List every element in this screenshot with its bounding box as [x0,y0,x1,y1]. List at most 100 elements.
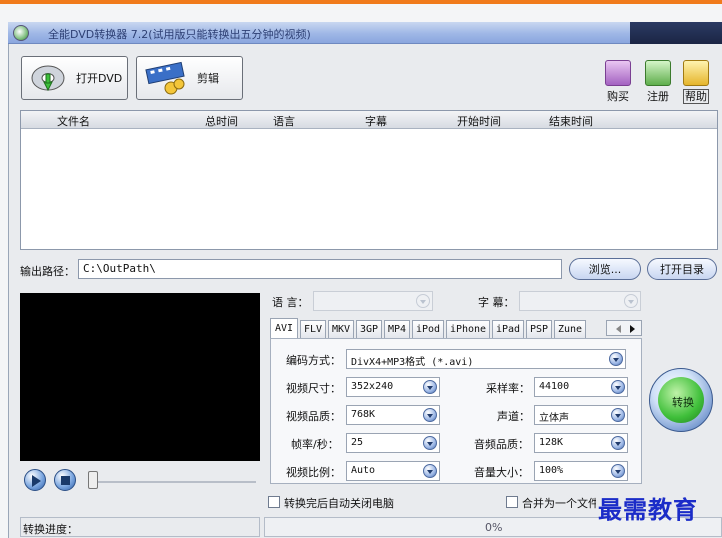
column-language[interactable]: 语言 [273,113,295,129]
arrow-left-icon[interactable] [616,325,621,333]
buy-button[interactable]: 购买 [602,60,634,104]
video-size-label: 视频尺寸： [286,382,341,395]
audio-quality-value: 128K [539,437,564,448]
column-duration[interactable]: 总时间 [205,113,238,129]
chevron-down-icon [624,294,638,308]
progress-value: 0% [485,521,503,534]
tab-iphone[interactable]: iPhone [446,320,490,338]
arrow-right-icon[interactable] [630,325,635,333]
buy-label: 购买 [607,90,629,103]
fps-label: 帧率/秒： [291,438,339,451]
file-list-header: 文件名 总时间 语言 字幕 开始时间 结束时间 [21,111,717,129]
film-cut-icon [143,60,189,96]
register-button[interactable]: 注册 [642,60,674,104]
encode-select[interactable]: DivX4+MP3格式 (*.avi) [346,349,626,369]
audio-quality-select[interactable]: 128K [534,433,628,453]
video-quality-select[interactable]: 768K [346,405,440,425]
help-button[interactable]: 帮助 [680,60,712,104]
chevron-down-icon [611,436,625,450]
volume-value: 100% [539,465,564,476]
open-dvd-label: 打开DVD [76,72,123,85]
fps-select[interactable]: 25 [346,433,440,453]
edit-button[interactable]: 剪辑 [136,56,243,100]
tab-scroll-arrows[interactable] [606,320,642,336]
progress-label: 转换进度： [23,523,78,536]
encode-value: DivX4+MP3格式 (*.avi) [351,357,474,368]
channel-value: 立体声 [539,413,569,424]
language-select[interactable] [313,291,433,311]
language-label: 语 言： [272,296,309,309]
play-icon [32,475,41,487]
chevron-down-icon [611,380,625,394]
video-preview [20,293,260,461]
tab-ipod[interactable]: iPod [412,320,444,338]
video-size-select[interactable]: 352x240 [346,377,440,397]
help-icon [683,60,709,86]
output-path-input[interactable]: C:\OutPath\ [78,259,562,279]
open-directory-button[interactable]: 打开目录 [647,258,717,280]
chevron-down-icon [423,464,437,478]
cart-icon [605,60,631,86]
column-end-time[interactable]: 结束时间 [549,113,593,129]
tab-mkv[interactable]: MKV [328,320,354,338]
chevron-down-icon [416,294,430,308]
chevron-down-icon [423,436,437,450]
file-list[interactable]: 文件名 总时间 语言 字幕 开始时间 结束时间 [20,110,718,250]
play-button[interactable] [24,469,46,491]
title-bar[interactable]: 全能DVD转换器 7.2(试用版只能转换出五分钟的视频) [8,22,722,44]
sample-rate-select[interactable]: 44100 [534,377,628,397]
sample-rate-value: 44100 [539,381,570,392]
shutdown-label: 转换完后自动关闭电脑 [284,497,394,510]
chevron-down-icon [609,352,623,366]
volume-select[interactable]: 100% [534,461,628,481]
column-subtitle[interactable]: 字幕 [365,113,387,129]
tab-3gp[interactable]: 3GP [356,320,382,338]
shutdown-checkbox[interactable] [268,496,280,508]
video-quality-value: 768K [351,409,376,420]
browse-button[interactable]: 浏览... [569,258,641,280]
merge-checkbox[interactable] [506,496,518,508]
convert-label: 转换 [672,396,694,409]
chevron-down-icon [423,380,437,394]
aspect-ratio-value: Auto [351,465,376,476]
seek-slider-handle[interactable] [88,471,98,489]
tab-avi[interactable]: AVI [270,318,298,338]
aspect-ratio-label: 视频比例： [286,466,341,479]
subtitle-select[interactable] [519,291,641,311]
tab-psp[interactable]: PSP [526,320,552,338]
app-icon [13,25,29,41]
watermark-text: 最需教育 [598,495,698,524]
video-size-value: 352x240 [351,381,394,392]
register-icon [645,60,671,86]
column-start-time[interactable]: 开始时间 [457,113,501,129]
output-path-label: 输出路径： [20,265,75,278]
encode-label: 编码方式： [286,354,341,367]
column-filename[interactable]: 文件名 [57,113,90,129]
progress-label-box: 转换进度： [20,517,260,537]
tab-ipad[interactable]: iPad [492,320,524,338]
video-quality-label: 视频品质： [286,410,341,423]
tab-mp4[interactable]: MP4 [384,320,410,338]
help-label: 帮助 [683,89,709,104]
dvd-disc-icon [30,60,66,96]
fps-value: 25 [351,437,364,448]
title-bar-controls-area [630,22,722,44]
chevron-down-icon [423,408,437,422]
chevron-down-icon [611,464,625,478]
seek-track[interactable] [96,481,256,483]
channel-select[interactable]: 立体声 [534,405,628,425]
tab-flv[interactable]: FLV [300,320,326,338]
convert-button[interactable]: 转换 [649,368,713,432]
edit-label: 剪辑 [197,72,219,85]
stop-button[interactable] [54,469,76,491]
channel-label: 声道： [497,410,530,423]
stop-icon [61,476,70,485]
merge-label: 合并为一个文件 [522,497,596,510]
audio-quality-label: 音频品质： [474,438,529,451]
sample-rate-label: 采样率： [486,382,530,395]
volume-label: 音量大小： [474,466,529,479]
chevron-down-icon [611,408,625,422]
aspect-ratio-select[interactable]: Auto [346,461,440,481]
open-dvd-button[interactable]: 打开DVD [21,56,128,100]
tab-zune[interactable]: Zune [554,320,586,338]
